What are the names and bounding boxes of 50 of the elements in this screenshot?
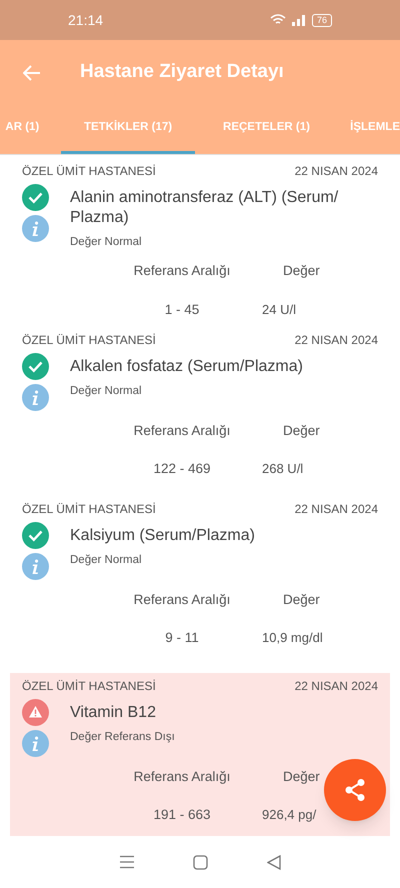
test-name: Alkalen fosfataz (Serum/Plazma) [70,357,304,377]
value-header: Değer [282,591,320,609]
screen-title: Hastane Ziyaret Detayı [80,60,284,84]
back-arrow-icon [23,64,41,80]
value-header: Değer [282,422,320,440]
test-card[interactable]: ÖZEL ÜMİT HASTANESİ 22 NISAN 2024 Alanin aminotransferaz (ALT) (Serum/ Plazma) Değer Normal Referans Aralığı Değer 1 - 45 24 U/l [0,158,400,327]
value-header: Değer [282,768,320,786]
test-name: Vitamin B12 [70,703,157,723]
test-card[interactable]: ÖZEL ÜMİT HASTANESİ 22 NISAN 2024 Kalsiyum (Serum/Plazma) Değer Normal Referans Aralığı Değer 9 - 11 10,9 mg/dl [0,496,400,665]
result-value: 268 U/l [261,460,304,478]
result-value: 926,4 pg/ [261,806,316,824]
wifi-icon [270,14,286,26]
value-header: Değer [282,262,320,280]
range-header: Referans Aralığı [134,422,230,440]
range-header: Referans Aralığı [134,262,230,280]
range-header: Referans Aralığı [134,591,230,609]
result-status: Değer Normal [70,384,143,399]
home-icon[interactable] [193,854,208,870]
result-status: Değer Normal [70,553,143,568]
result-status: Değer Referans Dışı [70,730,176,745]
info-icon[interactable] [22,730,49,757]
reference-range: 9 - 11 [165,629,199,648]
reference-range: 191 - 663 [153,806,211,824]
result-value: 24 U/l [261,300,296,318]
hospital-name: ÖZEL ÜMİT HASTANESİ [22,332,156,349]
reference-range: 1 - 45 [164,300,200,318]
back-icon[interactable] [266,854,281,870]
test-name: Alanin aminotransferaz (ALT) (Serum/ Plazma) [70,188,340,228]
info-icon[interactable] [22,215,49,242]
hospital-name: ÖZEL ÜMİT HASTANESİ [22,163,156,180]
info-icon[interactable] [22,553,49,580]
battery-indicator: 76 [312,14,332,26]
result-value: 10,9 mg/dl [261,629,323,648]
menu-icon[interactable] [119,855,136,869]
test-card-highlighted[interactable]: ÖZEL ÜMİT HASTANESİ 22 NISAN 2024 Vitamin B12 Değer Referans Dışı Referans Aralığı Değer 191 - 663 926,4 pg/ [10,673,390,836]
test-name: Kalsiyum (Serum/Plazma) [70,526,256,546]
info-icon[interactable] [22,384,49,411]
test-date: 22 NISAN 2024 [294,163,378,180]
share-icon [344,778,366,802]
reference-range: 122 - 469 [153,460,211,478]
test-card[interactable]: ÖZEL ÜMİT HASTANESİ 22 NISAN 2024 Alkalen fosfataz (Serum/Plazma) Değer Normal Referans Aralığı Değer 122 - 469 268 U/l [0,327,400,496]
signal-icon [292,14,306,26]
hospital-name: ÖZEL ÜMİT HASTANESİ [22,501,156,518]
test-date: 22 NISAN 2024 [294,678,378,695]
status-time: 21:14 [68,10,104,30]
range-header: Referans Aralığı [134,768,230,786]
hospital-name: ÖZEL ÜMİT HASTANESİ [22,678,156,695]
result-status: Değer Normal [70,235,143,250]
test-date: 22 NISAN 2024 [294,501,378,518]
test-date: 22 NISAN 2024 [294,332,378,349]
